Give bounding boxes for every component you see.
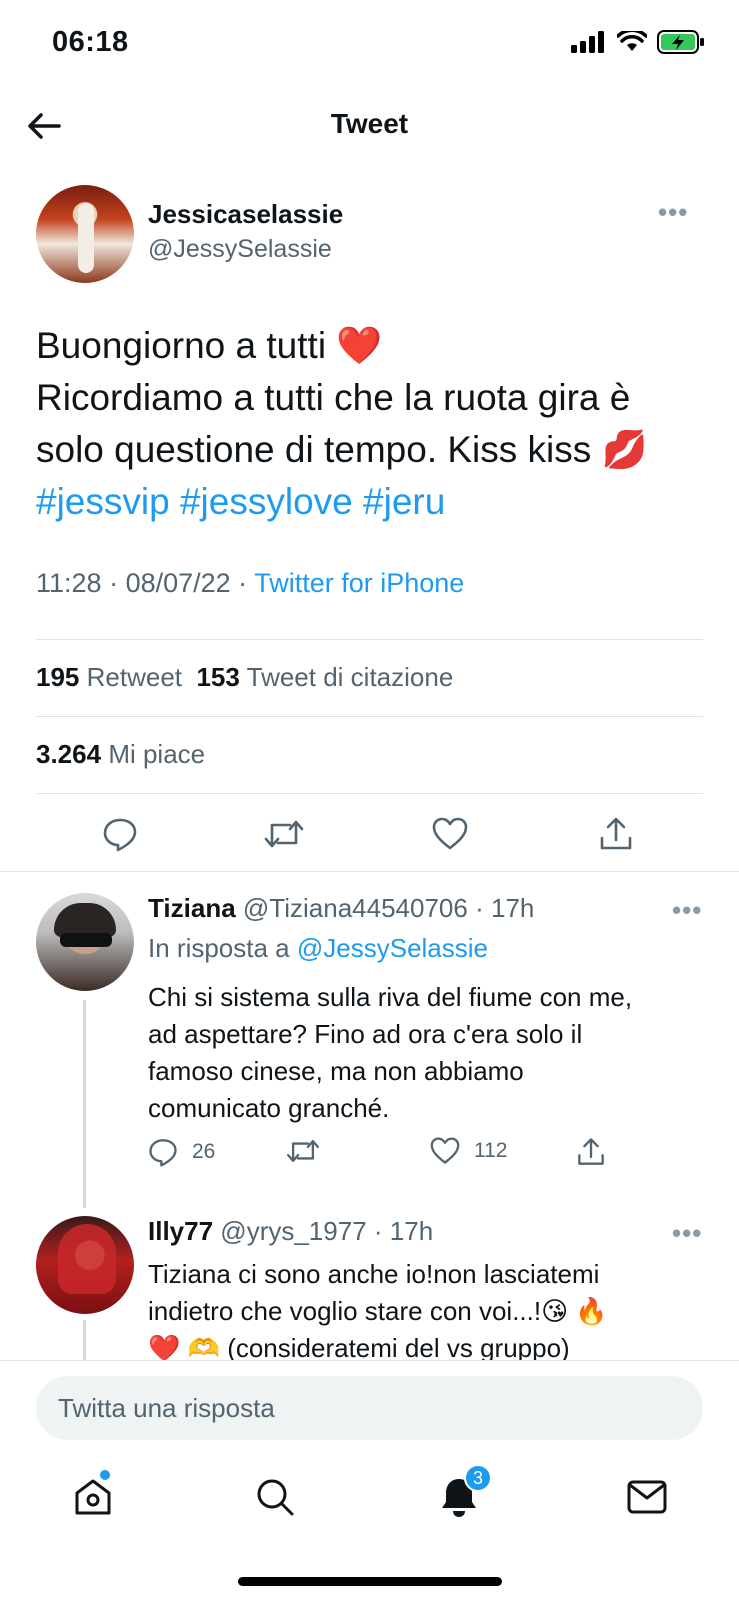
divider xyxy=(36,793,703,794)
reply-item[interactable]: Illy77 @yrys_1977 · 17h ••• Tiziana ci s… xyxy=(36,1216,706,1360)
tweet-text: Buongiorno a tutti ❤️ Ricordiamo a tutti… xyxy=(36,320,716,528)
tweet-source[interactable]: Twitter for iPhone xyxy=(254,568,464,598)
share-button[interactable] xyxy=(594,812,638,856)
reply-reply-button[interactable]: 26 xyxy=(148,1137,215,1167)
reply-icon xyxy=(103,818,137,852)
reply-author-name[interactable]: Illy77 xyxy=(148,1216,213,1246)
reply-item[interactable]: Tiziana @Tiziana44540706 · 17h ••• In ri… xyxy=(36,893,706,1183)
reply-icon xyxy=(149,1139,177,1167)
author-name[interactable]: Jessicaselassie xyxy=(148,199,343,230)
retweet-icon xyxy=(287,1139,319,1163)
reply-header: Illy77 @yrys_1977 · 17h xyxy=(148,1216,434,1246)
heart-emoji: ❤️ xyxy=(336,325,383,366)
header: Tweet xyxy=(0,90,739,160)
reply-button[interactable] xyxy=(98,812,142,856)
reply-avatar[interactable] xyxy=(36,1216,134,1314)
reply-author-handle[interactable]: @Tiziana44540706 xyxy=(243,893,468,923)
like-count: 112 xyxy=(474,1139,508,1162)
like-stats: 3.264 Mi piace xyxy=(36,739,205,770)
home-unread-dot xyxy=(100,1470,110,1480)
reply-line: indietro che voglio stare con voi...!😘 🔥 xyxy=(148,1296,608,1326)
hashtag-jessvip[interactable]: #jessvip xyxy=(36,481,170,522)
replying-mention[interactable]: @JessySelassie xyxy=(297,933,488,963)
tweet-time: 11:28 xyxy=(36,568,102,598)
reply-share-button[interactable] xyxy=(576,1137,606,1167)
divider xyxy=(36,716,703,717)
share-icon xyxy=(600,817,632,850)
reply-input[interactable]: Twitta una risposta xyxy=(36,1376,703,1440)
reply-author-handle[interactable]: @yrys_1977 xyxy=(220,1216,366,1246)
wifi-icon xyxy=(617,31,647,51)
tab-bar: 3 xyxy=(0,1450,739,1550)
tweet-line-1: Buongiorno a tutti xyxy=(36,325,327,366)
retweet-button[interactable] xyxy=(262,812,306,856)
reply-line: ad aspettare? Fino ad ora c'era solo il xyxy=(148,1019,583,1049)
reply-line: famoso cinese, ma non abbiamo xyxy=(148,1056,524,1086)
tab-home[interactable] xyxy=(68,1470,118,1522)
reply-line: Tiziana ci sono anche io!non lasciatemi xyxy=(148,1259,600,1289)
hashtag-jessylove[interactable]: #jessylove xyxy=(180,481,353,522)
status-bar: 06:18 xyxy=(0,0,739,90)
reply-like-button[interactable]: 112 xyxy=(430,1137,507,1165)
signal-icon xyxy=(571,31,604,53)
search-icon xyxy=(257,1479,294,1516)
tweet-date: 08/07/22 xyxy=(125,568,231,598)
retweet-count[interactable]: 195 xyxy=(36,662,79,692)
page-title: Tweet xyxy=(330,108,409,139)
replying-prefix: In risposta a xyxy=(148,933,290,963)
share-icon xyxy=(578,1138,604,1165)
divider xyxy=(0,871,739,872)
retweet-label[interactable]: Retweet xyxy=(87,662,182,692)
notifications-badge: 3 xyxy=(464,1464,492,1492)
reply-age: 17h xyxy=(389,1216,434,1246)
like-label[interactable]: Mi piace xyxy=(108,739,205,769)
reply-actions: 26 112 xyxy=(148,1137,628,1177)
more-icon[interactable]: ••• xyxy=(658,197,688,228)
more-icon[interactable]: ••• xyxy=(672,1218,702,1249)
reply-count: 26 xyxy=(192,1140,216,1163)
more-icon[interactable]: ••• xyxy=(672,895,702,926)
reply-avatar[interactable] xyxy=(36,893,134,991)
like-count[interactable]: 3.264 xyxy=(36,739,101,769)
tab-messages[interactable] xyxy=(622,1472,672,1522)
mail-icon xyxy=(627,1480,667,1514)
kiss-emoji: 💋 xyxy=(601,429,648,470)
reply-header: Tiziana @Tiziana44540706 · 17h xyxy=(148,893,535,923)
reply-author-name[interactable]: Tiziana xyxy=(148,893,236,923)
divider xyxy=(36,639,703,640)
reply-composer-bar: Twitta una risposta xyxy=(0,1360,739,1450)
status-time: 06:18 xyxy=(52,26,129,58)
tweet-author: Jessicaselassie @JessySelassie ••• xyxy=(36,185,706,285)
tweet-action-bar xyxy=(0,800,739,870)
reply-text: Tiziana ci sono anche io!non lasciatemi … xyxy=(148,1256,706,1360)
tweet-meta: 11:28 · 08/07/22 · Twitter for iPhone xyxy=(36,568,465,598)
battery-charging-icon xyxy=(657,30,704,54)
retweet-stats: 195 Retweet 153 Tweet di citazione xyxy=(36,662,453,693)
reply-input-placeholder: Twitta una risposta xyxy=(58,1393,275,1423)
retweet-icon xyxy=(264,820,304,848)
tab-notifications[interactable]: 3 xyxy=(434,1464,492,1522)
home-icon xyxy=(75,1479,111,1515)
tweet-line-2: Ricordiamo a tutti che la ruota gira è xyxy=(36,377,631,418)
like-icon xyxy=(432,817,468,850)
reply-age: 17h xyxy=(490,893,535,923)
tab-search[interactable] xyxy=(250,1472,300,1522)
reply-line: comunicato granché. xyxy=(148,1093,390,1123)
hashtag-jeru[interactable]: #jeru xyxy=(363,481,445,522)
author-handle[interactable]: @JessySelassie xyxy=(148,235,332,264)
author-avatar[interactable] xyxy=(36,185,134,283)
status-icons xyxy=(571,30,705,54)
reply-line: ❤️ 🫶 (consideratemi del vs gruppo) xyxy=(148,1333,570,1360)
quote-label[interactable]: Tweet di citazione xyxy=(247,662,454,692)
like-button[interactable] xyxy=(428,812,472,856)
like-icon xyxy=(430,1137,460,1164)
replying-to: In risposta a @JessySelassie xyxy=(148,933,488,964)
tweet-line-3: solo questione di tempo. Kiss kiss xyxy=(36,429,592,470)
reply-retweet-button[interactable] xyxy=(286,1137,320,1165)
home-indicator[interactable] xyxy=(238,1577,502,1586)
reply-line: Chi si sistema sulla riva del fiume con … xyxy=(148,982,633,1012)
quote-count[interactable]: 153 xyxy=(196,662,239,692)
reply-text: Chi si sistema sulla riva del fiume con … xyxy=(148,979,708,1127)
